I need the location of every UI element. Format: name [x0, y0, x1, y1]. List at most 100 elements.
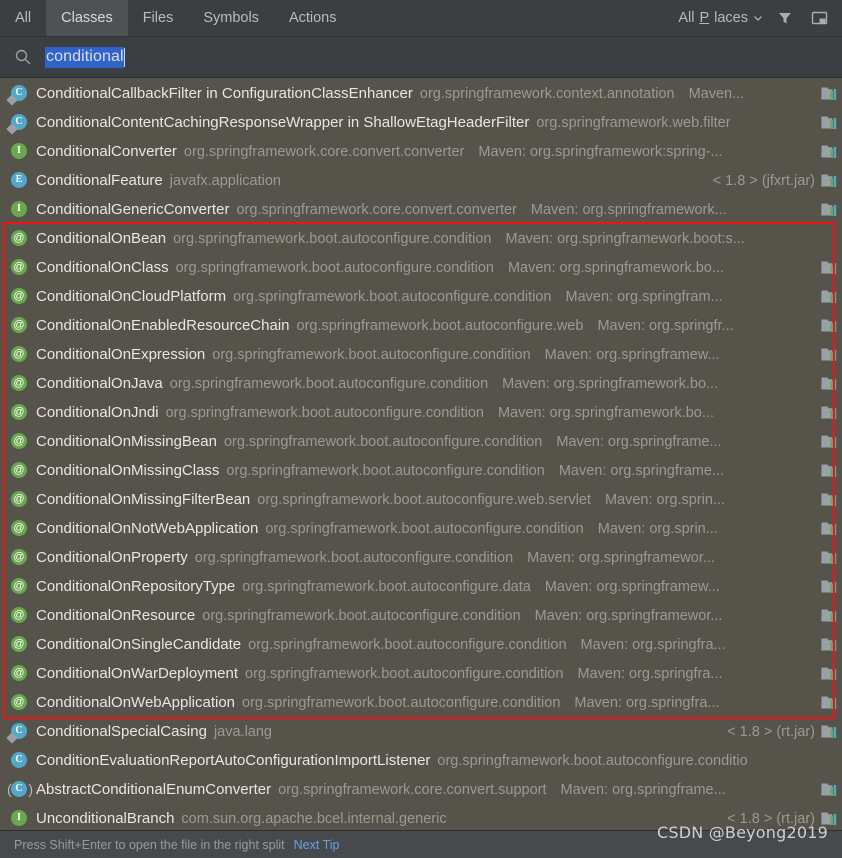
all-places-dropdown[interactable]: All Places: [678, 10, 762, 26]
result-package: org.springframework.boot.autoconfigure.c…: [245, 665, 564, 682]
tab-files[interactable]: Files: [128, 0, 189, 36]
result-location: < 1.8 > (rt.jar): [727, 723, 815, 740]
results-list[interactable]: C ConditionalCallbackFilter in Configurat…: [0, 78, 842, 830]
next-tip-link[interactable]: Next Tip: [294, 838, 340, 852]
library-jar-icon: [821, 115, 838, 130]
library-jar-icon: [821, 637, 838, 652]
library-jar-icon: [821, 492, 838, 507]
result-location: Maven: org.springfra...: [580, 636, 726, 653]
library-jar-icon: [821, 289, 838, 304]
result-location: Maven: org.springframe...: [560, 781, 726, 798]
result-name: ConditionalOnProperty: [36, 549, 188, 566]
result-row[interactable]: @ ConditionalOnMissingFilterBean org.sprin…: [0, 485, 842, 514]
search-bar[interactable]: conditional: [0, 37, 842, 78]
library-jar-icon: [821, 376, 838, 391]
result-row[interactable]: @ ConditionalOnSingleCandidate org.springf…: [0, 630, 842, 659]
tab-classes[interactable]: Classes: [46, 0, 128, 36]
annotation-icon: @: [11, 607, 28, 624]
annotation-icon: @: [11, 665, 28, 682]
library-jar-icon: [821, 260, 838, 275]
result-row[interactable]: @ ConditionalOnMissingBean org.springframe…: [0, 427, 842, 456]
result-name: ConditionalOnRepositoryType: [36, 578, 236, 595]
preview-panel-icon[interactable]: [808, 7, 830, 29]
result-row[interactable]: I ConditionalGenericConverter org.springfr…: [0, 195, 842, 224]
tab-actions[interactable]: Actions: [274, 0, 352, 36]
result-row[interactable]: @ ConditionalOnMissingClass org.springfram…: [0, 456, 842, 485]
result-row[interactable]: @ ConditionalOnCloudPlatform org.springfra…: [0, 282, 842, 311]
enum-icon: E: [11, 172, 28, 189]
result-name: ConditionalOnBean: [36, 230, 167, 247]
result-row[interactable]: C ConditionalCallbackFilter in Configurat…: [0, 79, 842, 108]
result-row[interactable]: @ ConditionalOnResource org.springframewor…: [0, 601, 842, 630]
result-package: com.sun.org.apache.bcel.internal.generic: [181, 810, 447, 827]
interface-icon: I: [11, 143, 28, 160]
tab-symbols[interactable]: Symbols: [188, 0, 274, 36]
result-row[interactable]: C ConditionalContentCachingResponseWrappe…: [0, 108, 842, 137]
result-location: Maven: org.springframew...: [544, 346, 720, 363]
result-row[interactable]: @ ConditionalOnBean org.springframework.bo…: [0, 224, 842, 253]
tab-all[interactable]: All: [0, 0, 46, 36]
result-location: Maven: org.springframework.bo...: [497, 404, 714, 421]
result-row[interactable]: I ConditionalConverter org.springframework…: [0, 137, 842, 166]
result-location: Maven: org.sprin...: [604, 491, 726, 508]
result-location: Maven: org.springfram...: [565, 288, 723, 305]
result-package: org.springframework.boot.autoconfigure.c…: [165, 404, 484, 421]
library-jar-icon: [821, 550, 838, 565]
annotation-icon: @: [11, 375, 28, 392]
library-jar-icon: [821, 608, 838, 623]
result-location: Maven: org.springframew...: [544, 578, 720, 595]
annotation-icon: @: [11, 259, 28, 276]
interface-icon: I: [11, 810, 28, 827]
result-location: Maven: org.sprin...: [597, 520, 718, 537]
library-jar-icon: [821, 173, 838, 188]
result-location: Maven: org.springframe...: [556, 433, 722, 450]
search-input[interactable]: conditional: [45, 46, 124, 68]
result-row[interactable]: @ ConditionalOnClass org.springframework.b…: [0, 253, 842, 282]
result-row[interactable]: @ ConditionalOnJndi org.springframework.bo…: [0, 398, 842, 427]
result-row[interactable]: C ConditionEvaluationReportAutoConfigurat…: [0, 746, 842, 775]
result-package: org.springframework.core.convert.convert…: [236, 201, 517, 218]
result-name: AbstractConditionalEnumConverter: [36, 781, 272, 798]
search-icon: [14, 48, 32, 66]
filter-funnel-icon[interactable]: [774, 7, 796, 29]
class-icon: C: [6, 114, 28, 135]
library-jar-icon: [821, 521, 838, 536]
result-name: ConditionalOnSingleCandidate: [36, 636, 242, 653]
result-package: org.springframework.core.convert.convert…: [183, 143, 465, 160]
result-row[interactable]: @ ConditionalOnEnabledResourceChain org.sp…: [0, 311, 842, 340]
result-package: org.springframework.boot.autoconfigure.d…: [242, 578, 531, 595]
annotation-icon: @: [11, 288, 28, 305]
annotation-icon: @: [11, 317, 28, 334]
result-row[interactable]: @ ConditionalOnWarDeployment org.springfra…: [0, 659, 842, 688]
result-row[interactable]: E ConditionalFeature javafx.application < 1…: [0, 166, 842, 195]
annotation-icon: @: [11, 230, 28, 247]
class-icon: C: [6, 85, 28, 106]
annotation-icon: @: [11, 433, 28, 450]
result-location: Maven: org.springframewor...: [534, 607, 723, 624]
status-tip-text: Press Shift+Enter to open the file in th…: [14, 837, 285, 852]
annotation-icon: @: [11, 520, 28, 537]
all-places-label-post: laces: [714, 10, 748, 26]
annotation-icon: @: [11, 549, 28, 566]
result-package: org.springframework.boot.autoconfigure.c…: [265, 520, 584, 537]
result-location: Maven: org.springframework.bo...: [502, 375, 719, 392]
result-name: ConditionalOnMissingClass: [36, 462, 220, 479]
annotation-icon: @: [11, 578, 28, 595]
result-row[interactable]: @ ConditionalOnJava org.springframework.bo…: [0, 369, 842, 398]
result-row[interactable]: @ ConditionalOnProperty org.springframewor…: [0, 543, 842, 572]
result-name: ConditionalOnJava: [36, 375, 163, 392]
result-row[interactable]: @ ConditionalOnExpression org.springframew…: [0, 340, 842, 369]
result-row[interactable]: @ ConditionalOnWebApplication org.springfr…: [0, 688, 842, 717]
result-row[interactable]: @ ConditionalOnNotWebApplication org.sprin…: [0, 514, 842, 543]
result-package: org.springframework.boot.autoconfigure.c…: [175, 259, 494, 276]
result-row[interactable]: @ ConditionalOnRepositoryType org.springfr…: [0, 572, 842, 601]
result-name: ConditionalOnClass: [36, 259, 169, 276]
chevron-down-icon: [753, 13, 762, 22]
result-row[interactable]: C() AbstractConditionalEnumConverter org.s…: [0, 775, 842, 804]
result-name: ConditionalOnResource: [36, 607, 196, 624]
result-name: ConditionalSpecialCasing: [36, 723, 207, 740]
result-package: org.springframework.boot.autoconfigure.c…: [437, 752, 748, 769]
result-location: Maven: org.springfr...: [597, 317, 734, 334]
header-right-controls: All Places: [678, 0, 842, 36]
result-row[interactable]: C ConditionalSpecialCasing java.lang < 1.8 …: [0, 717, 842, 746]
